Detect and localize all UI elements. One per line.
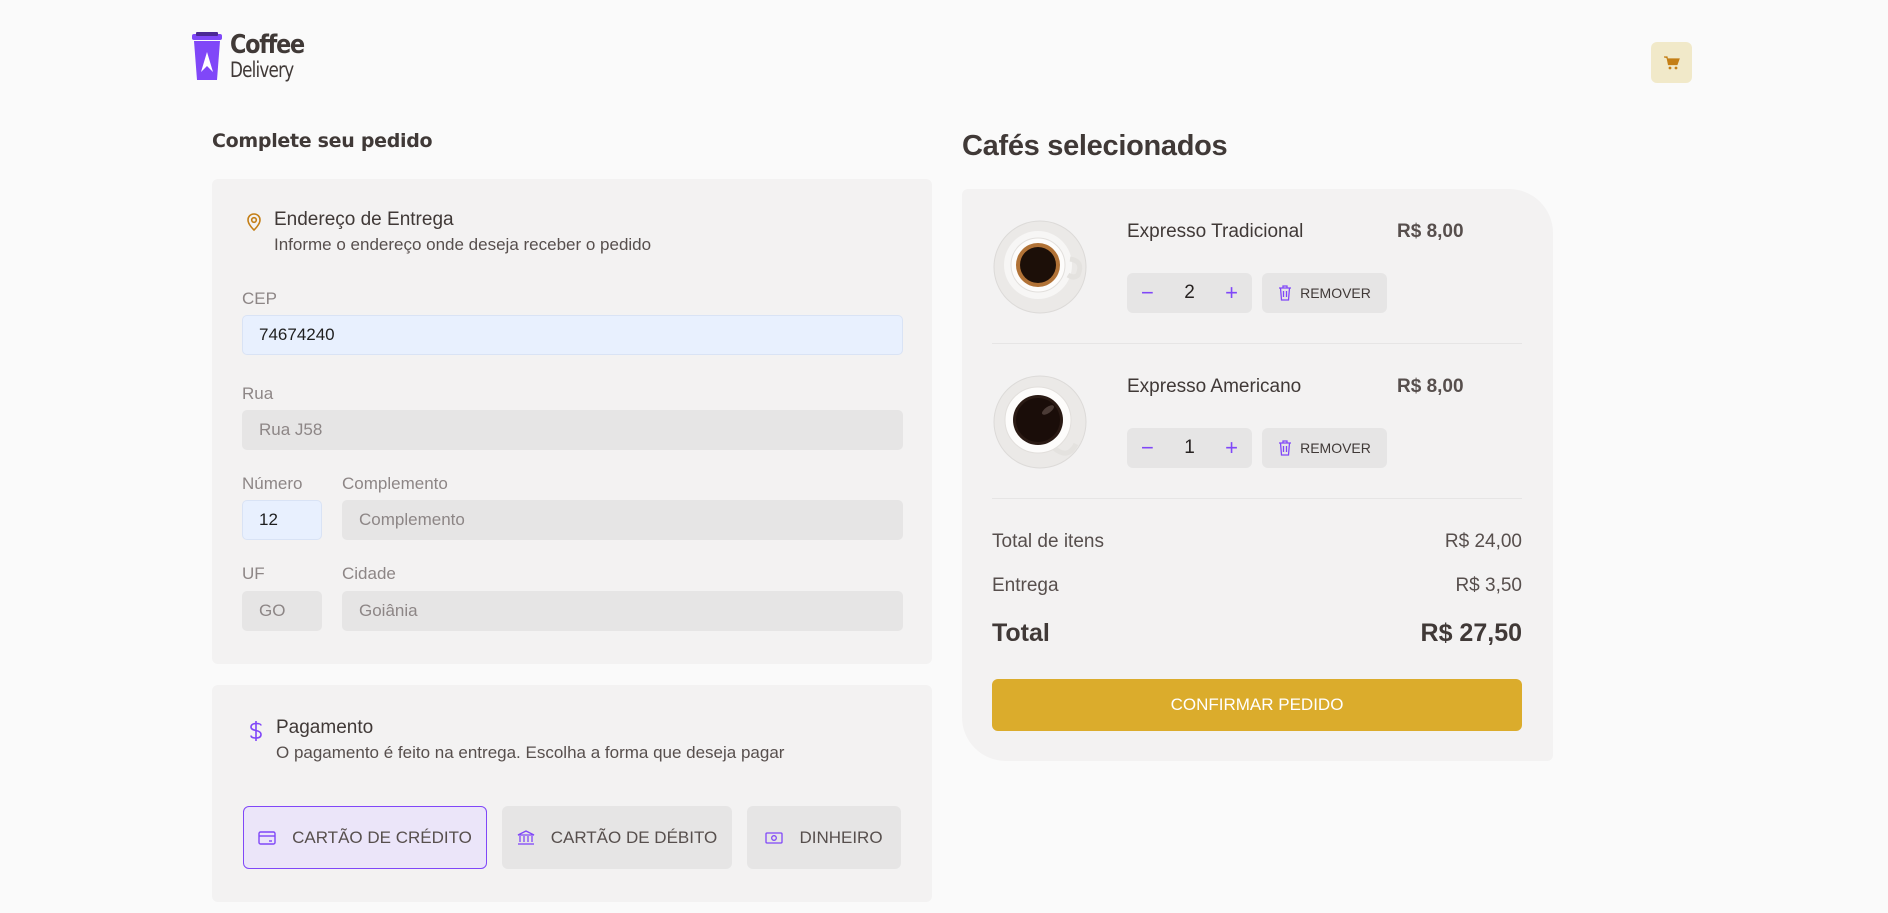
payment-subtitle: O pagamento é feito na entrega. Escolha … xyxy=(276,743,785,762)
confirm-order-button[interactable]: CONFIRMAR PEDIDO xyxy=(992,679,1522,731)
address-title: Endereço de Entrega xyxy=(274,209,454,230)
delivery-label: Entrega xyxy=(992,575,1059,596)
quantity-value: 1 xyxy=(1184,437,1195,458)
bank-icon xyxy=(517,829,534,845)
address-subtitle: Informe o endereço onde deseja receber o… xyxy=(274,235,652,254)
payment-option-credit-label: CARTÃO DE CRÉDITO xyxy=(292,827,472,847)
payment-header: Pagamento O pagamento é feito na entrega… xyxy=(246,717,784,763)
order-section-title: Complete seu pedido xyxy=(212,130,433,152)
decrease-button[interactable]: − xyxy=(1141,437,1154,459)
complemento-label: Complemento xyxy=(342,474,448,493)
trash-icon xyxy=(1279,285,1292,301)
cart-item: Expresso Americano R$ 8,00 − 1 + REMOVER xyxy=(992,344,1522,499)
quantity-stepper: − 2 + xyxy=(1127,273,1252,313)
numero-input[interactable]: 12 xyxy=(242,500,322,540)
payment-option-cash-label: DINHEIRO xyxy=(799,827,883,847)
uf-label: UF xyxy=(242,564,265,583)
item-name: Expresso Tradicional xyxy=(1127,221,1304,242)
totals-divider xyxy=(992,498,1522,499)
payment-option-debit-label: CARTÃO DE DÉBITO xyxy=(550,827,718,847)
increase-button[interactable]: + xyxy=(1225,282,1238,304)
cart-button[interactable] xyxy=(1651,42,1692,83)
cart-section-title: Cafés selecionados xyxy=(962,130,1228,162)
address-card: Endereço de Entrega Informe o endereço o… xyxy=(212,179,932,664)
quantity-stepper: − 1 + xyxy=(1127,428,1252,468)
coffee-cup-logo-icon xyxy=(192,32,222,80)
items-total-row: Total de itens R$ 24,00 xyxy=(992,531,1522,553)
cep-label: CEP xyxy=(242,289,277,308)
remove-button[interactable]: REMOVER xyxy=(1262,273,1387,313)
increase-button[interactable]: + xyxy=(1225,437,1238,459)
complemento-input[interactable]: Complemento xyxy=(342,500,903,540)
numero-label: Número xyxy=(242,474,303,493)
uf-input[interactable]: GO xyxy=(242,591,322,631)
remove-label: REMOVER xyxy=(1300,440,1371,456)
grand-total-value: R$ 27,50 xyxy=(1420,619,1522,647)
brand-name-line1: Coffee xyxy=(230,30,305,60)
coffee-cup-image xyxy=(993,375,1087,469)
payment-option-debit[interactable]: CARTÃO DE DÉBITO xyxy=(502,806,732,869)
dollar-icon xyxy=(250,721,262,741)
remove-label: REMOVER xyxy=(1300,285,1371,301)
cidade-input[interactable]: Goiânia xyxy=(342,591,903,631)
address-header: Endereço de Entrega Informe o endereço o… xyxy=(244,209,651,255)
trash-icon xyxy=(1279,440,1292,456)
cart-summary-card: Expresso Tradicional R$ 8,00 − 2 + REMOV… xyxy=(962,189,1553,761)
coffee-cup-image xyxy=(993,220,1087,314)
item-price: R$ 8,00 xyxy=(1397,221,1464,242)
items-total-label: Total de itens xyxy=(992,531,1104,552)
payment-option-credit[interactable]: CARTÃO DE CRÉDITO xyxy=(243,806,487,869)
item-name: Expresso Americano xyxy=(1127,376,1302,397)
items-total-value: R$ 24,00 xyxy=(1444,531,1522,552)
rua-label: Rua xyxy=(242,384,274,403)
cidade-label: Cidade xyxy=(342,564,396,583)
payment-option-cash[interactable]: DINHEIRO xyxy=(747,806,901,869)
brand-logo[interactable]: Coffee Delivery xyxy=(190,32,316,84)
delivery-value: R$ 3,50 xyxy=(1455,575,1522,596)
brand-name-line2: Delivery xyxy=(230,58,294,82)
rua-input[interactable]: Rua J58 xyxy=(242,410,903,450)
grand-total-row: Total R$ 27,50 xyxy=(992,619,1522,648)
remove-button[interactable]: REMOVER xyxy=(1262,428,1387,468)
delivery-row: Entrega R$ 3,50 xyxy=(992,575,1522,597)
grand-total-label: Total xyxy=(992,619,1050,647)
money-icon xyxy=(765,831,784,844)
item-price: R$ 8,00 xyxy=(1397,376,1464,397)
payment-title: Pagamento xyxy=(276,717,374,738)
cep-input[interactable]: 74674240 xyxy=(242,315,903,355)
decrease-button[interactable]: − xyxy=(1141,282,1154,304)
credit-card-icon xyxy=(258,830,276,845)
cart-icon xyxy=(1663,55,1680,69)
payment-card: Pagamento O pagamento é feito na entrega… xyxy=(212,685,932,902)
map-pin-icon xyxy=(247,213,261,232)
cart-item: Expresso Tradicional R$ 8,00 − 2 + REMOV… xyxy=(992,189,1522,344)
quantity-value: 2 xyxy=(1184,282,1195,303)
